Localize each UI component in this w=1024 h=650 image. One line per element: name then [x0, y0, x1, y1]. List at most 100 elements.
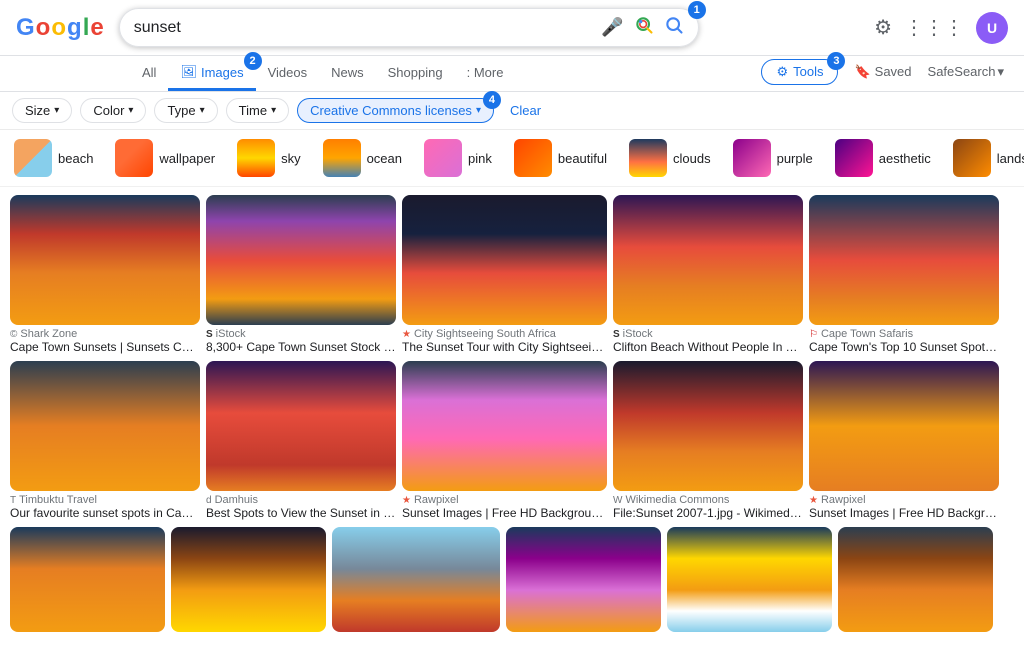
chip-purple[interactable]: purple	[723, 136, 823, 180]
chip-beautiful[interactable]: beautiful	[504, 136, 617, 180]
image-thumb-9	[613, 361, 803, 491]
lens-icon[interactable]	[634, 15, 654, 40]
chip-beautiful-label: beautiful	[558, 151, 607, 166]
source-icon-7: d	[206, 495, 212, 506]
color-filter[interactable]: Color ▾	[80, 98, 146, 123]
tab-more[interactable]: : More	[455, 57, 516, 91]
tools-button[interactable]: ⚙ Tools 3	[761, 59, 838, 85]
tab-images[interactable]: 🖼 Images 2	[168, 56, 255, 91]
chip-beach-thumb	[14, 139, 52, 177]
image-thumb-7	[206, 361, 396, 491]
image-item-11[interactable]	[10, 527, 165, 632]
google-logo[interactable]: Google	[16, 14, 103, 42]
chip-pink-thumb	[424, 139, 462, 177]
time-chevron: ▾	[271, 105, 276, 116]
saved-button[interactable]: 🔖 Saved	[854, 64, 911, 80]
chip-landscape[interactable]: landscape	[943, 136, 1024, 180]
color-chevron: ▾	[128, 105, 133, 116]
chip-pink-label: pink	[468, 151, 492, 166]
image-item-4[interactable]: S iStock Clifton Beach Without People In…	[613, 195, 803, 357]
size-label: Size	[25, 103, 50, 118]
apps-icon[interactable]: ⋮⋮⋮	[904, 15, 964, 40]
header: Google sunset 1 🎤 ⚙ ⋮⋮⋮ U	[0, 0, 1024, 56]
image-item-14[interactable]	[506, 527, 661, 632]
image-info-9: W Wikimedia Commons File:Sunset 2007-1.j…	[613, 491, 803, 523]
image-row-1: © Shark Zone Cape Town Sunsets | Sunsets…	[10, 195, 1014, 357]
image-item-6[interactable]: T Timbuktu Travel Our favourite sunset s…	[10, 361, 200, 523]
image-item-15[interactable]	[667, 527, 832, 632]
image-info-1: © Shark Zone Cape Town Sunsets | Sunsets…	[10, 325, 200, 357]
clear-label: Clear	[510, 103, 541, 118]
source-text-10: Rawpixel	[821, 494, 866, 506]
image-row-3	[10, 527, 1014, 632]
safesearch-button[interactable]: SafeSearch ▾	[928, 64, 1004, 80]
image-thumb-6	[10, 361, 200, 491]
caption-5: Cape Town's Top 10 Sunset Spots • Ca...	[809, 340, 999, 354]
image-item-16[interactable]	[838, 527, 993, 632]
images-icon: 🖼	[180, 64, 197, 80]
size-filter[interactable]: Size ▾	[12, 98, 72, 123]
source-9: W Wikimedia Commons	[613, 494, 803, 506]
cc-filter[interactable]: Creative Commons licenses ▾ 4	[297, 98, 494, 123]
chip-ocean[interactable]: ocean	[313, 136, 412, 180]
image-item-10[interactable]: ★ Rawpixel Sunset Images | Free HD Backg…	[809, 361, 999, 523]
safesearch-label: SafeSearch	[928, 64, 996, 79]
source-text-9: Wikimedia Commons	[625, 494, 729, 506]
chip-aesthetic-thumb	[835, 139, 873, 177]
chips-row: beach wallpaper sky ocean pink beautiful…	[0, 130, 1024, 187]
chip-ocean-label: ocean	[367, 151, 402, 166]
image-item-7[interactable]: d Damhuis Best Spots to View the Sunset …	[206, 361, 396, 523]
settings-icon[interactable]: ⚙	[874, 15, 892, 40]
time-filter[interactable]: Time ▾	[226, 98, 289, 123]
chip-wallpaper[interactable]: wallpaper	[105, 136, 225, 180]
source-text-8: Rawpixel	[414, 494, 459, 506]
tab-all[interactable]: All	[130, 57, 168, 91]
chip-beach[interactable]: beach	[4, 136, 103, 180]
chip-clouds[interactable]: clouds	[619, 136, 721, 180]
clear-filter[interactable]: Clear	[502, 99, 549, 122]
tab-news[interactable]: News	[319, 57, 376, 91]
chip-aesthetic[interactable]: aesthetic	[825, 136, 941, 180]
tools-badge: 3	[827, 52, 845, 70]
source-8: ★ Rawpixel	[402, 494, 607, 506]
caption-4: Clifton Beach Without People In The ...	[613, 340, 803, 354]
image-thumb-12	[171, 527, 326, 632]
search-input[interactable]: sunset	[134, 19, 602, 37]
image-info-2: S iStock 8,300+ Cape Town Sunset Stock P…	[206, 325, 396, 357]
source-4: S iStock	[613, 328, 803, 340]
search-button[interactable]	[664, 15, 684, 40]
nav-tabs: All 🖼 Images 2 Videos News Shopping : Mo…	[0, 56, 1024, 92]
image-item-9[interactable]: W Wikimedia Commons File:Sunset 2007-1.j…	[613, 361, 803, 523]
image-item-13[interactable]	[332, 527, 500, 632]
avatar[interactable]: U	[976, 12, 1008, 44]
time-label: Time	[239, 103, 267, 118]
image-item-8[interactable]: ★ Rawpixel Sunset Images | Free HD Backg…	[402, 361, 607, 523]
search-input-badge: 1	[688, 1, 706, 19]
chip-sky[interactable]: sky	[227, 136, 311, 180]
source-5: ⚐ Cape Town Safaris	[809, 328, 999, 340]
tab-videos-label: Videos	[268, 65, 308, 80]
image-item-1[interactable]: © Shark Zone Cape Town Sunsets | Sunsets…	[10, 195, 200, 357]
image-item-2[interactable]: S iStock 8,300+ Cape Town Sunset Stock P…	[206, 195, 396, 357]
source-text-7: Damhuis	[215, 494, 258, 506]
filter-row: Size ▾ Color ▾ Type ▾ Time ▾ Creative Co…	[0, 92, 1024, 130]
tab-videos[interactable]: Videos	[256, 57, 320, 91]
image-info-5: ⚐ Cape Town Safaris Cape Town's Top 10 S…	[809, 325, 999, 357]
tab-shopping[interactable]: Shopping	[376, 57, 455, 91]
source-text-1: Shark Zone	[20, 328, 77, 340]
image-thumb-15	[667, 527, 832, 632]
type-chevron: ▾	[200, 105, 205, 116]
image-item-12[interactable]	[171, 527, 326, 632]
image-item-5[interactable]: ⚐ Cape Town Safaris Cape Town's Top 10 S…	[809, 195, 999, 357]
safesearch-chevron: ▾	[997, 64, 1004, 80]
image-thumb-14	[506, 527, 661, 632]
source-icon-5: ⚐	[809, 329, 818, 340]
source-text-3: City Sightseeing South Africa	[414, 328, 556, 340]
image-info-10: ★ Rawpixel Sunset Images | Free HD Backg…	[809, 491, 999, 523]
image-item-3[interactable]: ★ City Sightseeing South Africa The Suns…	[402, 195, 607, 357]
type-filter[interactable]: Type ▾	[154, 98, 217, 123]
chip-ocean-thumb	[323, 139, 361, 177]
microphone-icon[interactable]: 🎤	[601, 17, 623, 38]
chip-pink[interactable]: pink	[414, 136, 502, 180]
source-text-6: Timbuktu Travel	[19, 494, 97, 506]
